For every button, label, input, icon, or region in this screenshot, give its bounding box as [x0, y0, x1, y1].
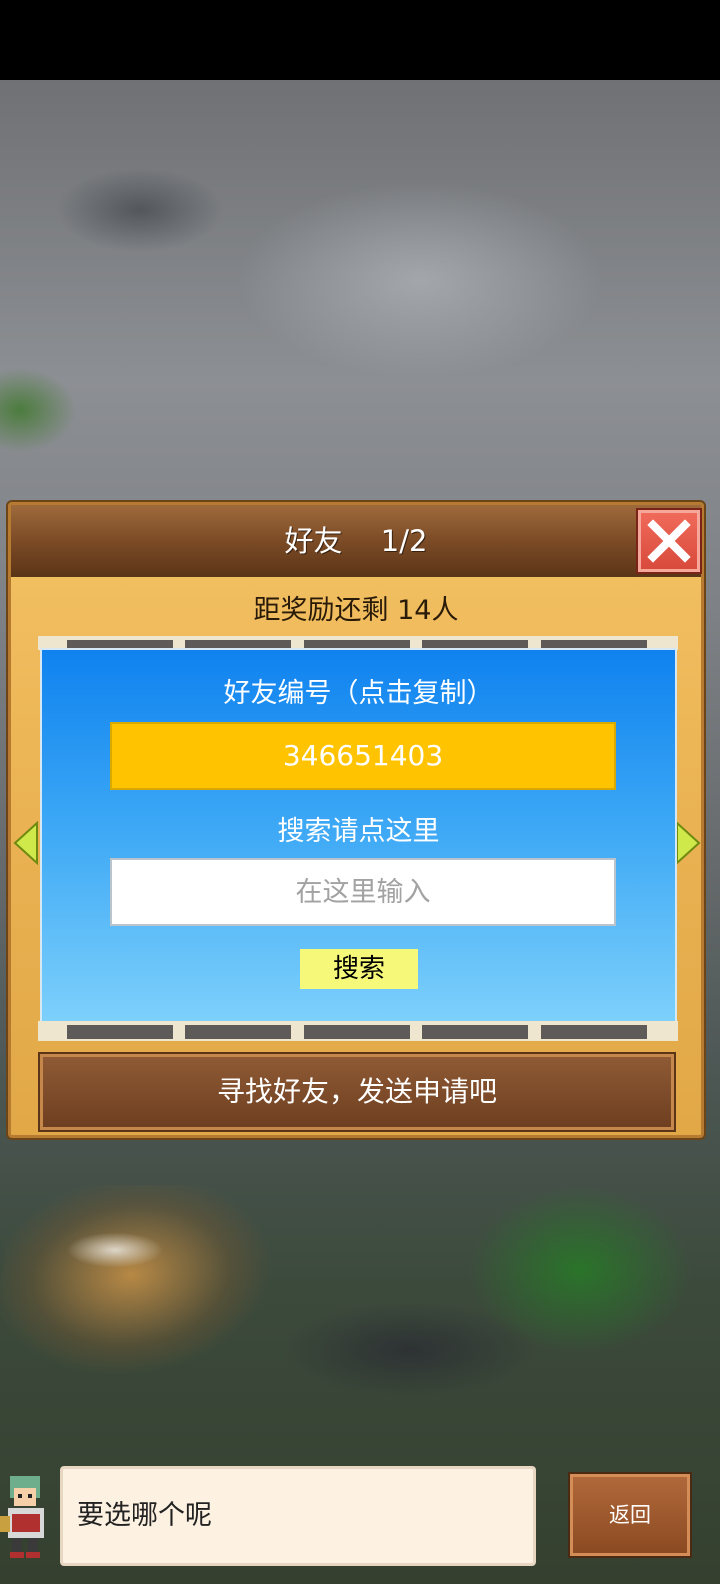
- scene-building: [0, 1185, 285, 1385]
- close-button[interactable]: [638, 510, 700, 572]
- back-button[interactable]: 返回: [570, 1474, 690, 1556]
- friend-id-copy-box[interactable]: 346651403: [110, 722, 616, 790]
- search-button[interactable]: 搜索: [300, 949, 418, 989]
- arrow-right-icon[interactable]: [675, 821, 701, 865]
- dialog-header: 好友 1/2: [11, 505, 701, 577]
- tab-divider: [185, 1025, 291, 1039]
- friend-id-label: 好友编号（点击复制）: [223, 678, 494, 709]
- tab-divider: [67, 1025, 173, 1039]
- message-text: 要选哪个呢: [77, 1500, 212, 1531]
- arrow-left-icon[interactable]: [13, 821, 39, 865]
- search-label: 搜索请点这里: [277, 816, 440, 847]
- character-avatar: [0, 1476, 44, 1558]
- tab-divider: [304, 1025, 410, 1039]
- scene-building-roof: [55, 1225, 175, 1275]
- close-icon: [647, 519, 691, 563]
- message-box: 要选哪个呢: [60, 1466, 536, 1566]
- find-friends-button[interactable]: 寻找好友，发送申请吧: [40, 1054, 674, 1130]
- dialog-title: 好友 1/2: [284, 524, 428, 558]
- tab-divider: [422, 1025, 528, 1039]
- status-bar: [0, 0, 720, 80]
- page-tabs-bottom: [38, 1021, 678, 1041]
- tab-divider: [541, 1025, 647, 1039]
- scene-shadow: [250, 1290, 570, 1420]
- friend-search-area: 好友编号（点击复制） 346651403 搜索请点这里 搜索: [40, 648, 677, 1024]
- screen: 好友 1/2 距奖励还剩 14人 好友编号（点击复制） 346651403 搜索…: [0, 0, 720, 1584]
- reward-remaining-text: 距奖励还剩 14人: [253, 595, 459, 626]
- friends-dialog: 好友 1/2 距奖励还剩 14人 好友编号（点击复制） 346651403 搜索…: [8, 502, 704, 1138]
- search-input[interactable]: [110, 858, 616, 926]
